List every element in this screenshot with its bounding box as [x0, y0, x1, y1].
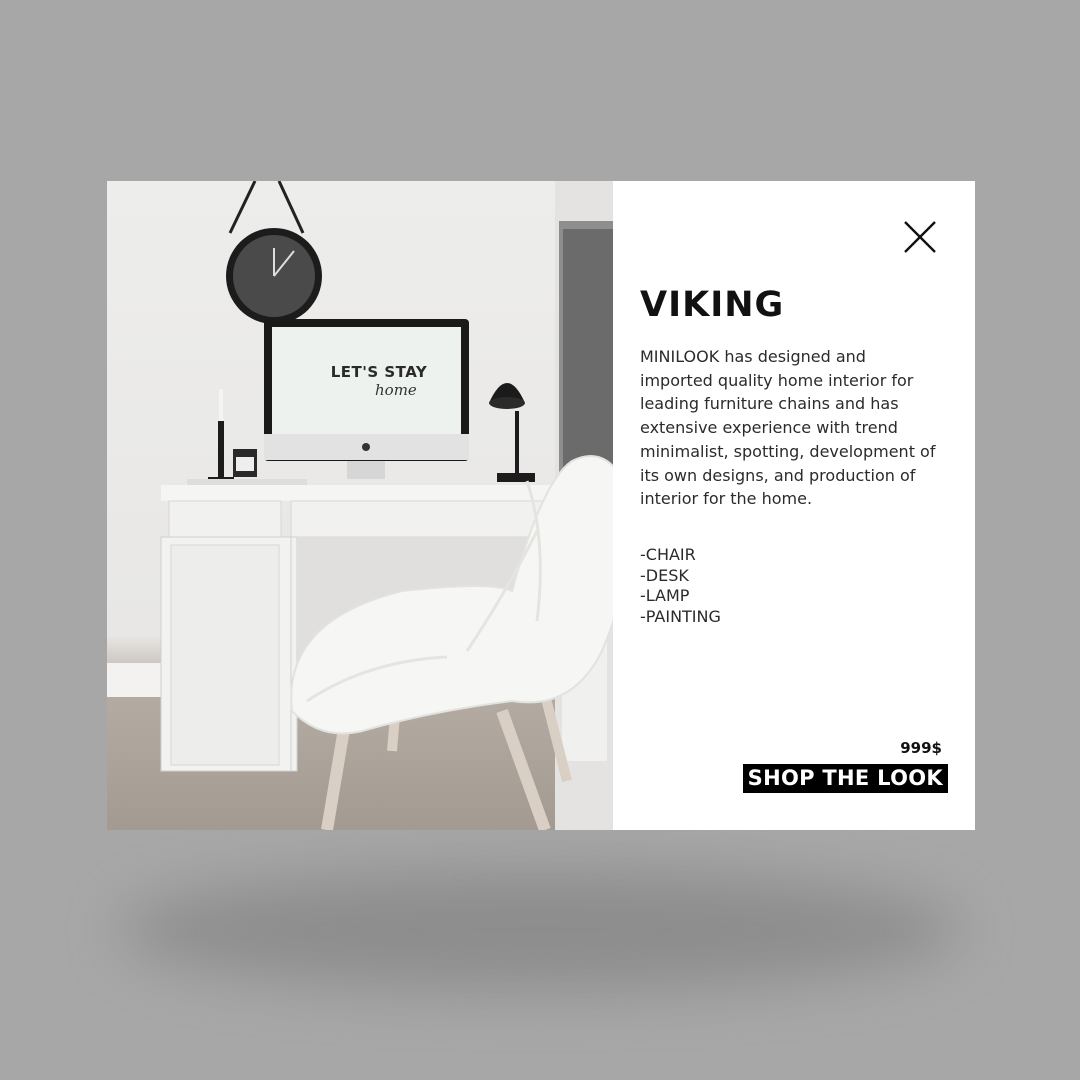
- product-modal: LET'S STAY home VIKING MINILOOK has desi…: [107, 181, 975, 830]
- list-item: -DESK: [640, 565, 689, 585]
- monitor-subtext: home: [375, 381, 417, 399]
- product-description: MINILOOK has designed and imported quali…: [640, 347, 936, 509]
- product-details-panel: VIKING MINILOOK has designed and importe…: [613, 181, 975, 830]
- product-title: VIKING: [640, 285, 785, 325]
- list-item: -CHAIR: [640, 545, 696, 564]
- close-icon[interactable]: [902, 219, 938, 255]
- product-items-list: -CHAIR -DESK -LAMP -PAINTING: [640, 545, 721, 627]
- list-item: -PAINTING: [640, 606, 721, 626]
- shop-the-look-button[interactable]: SHOP THE LOOK: [742, 764, 948, 793]
- product-price: 999$: [900, 739, 942, 757]
- list-item: -LAMP: [640, 586, 690, 605]
- product-photo: LET'S STAY home: [107, 181, 613, 830]
- room-illustration: [107, 181, 613, 830]
- monitor-text: LET'S STAY: [330, 363, 428, 381]
- modal-shadow: [120, 870, 960, 990]
